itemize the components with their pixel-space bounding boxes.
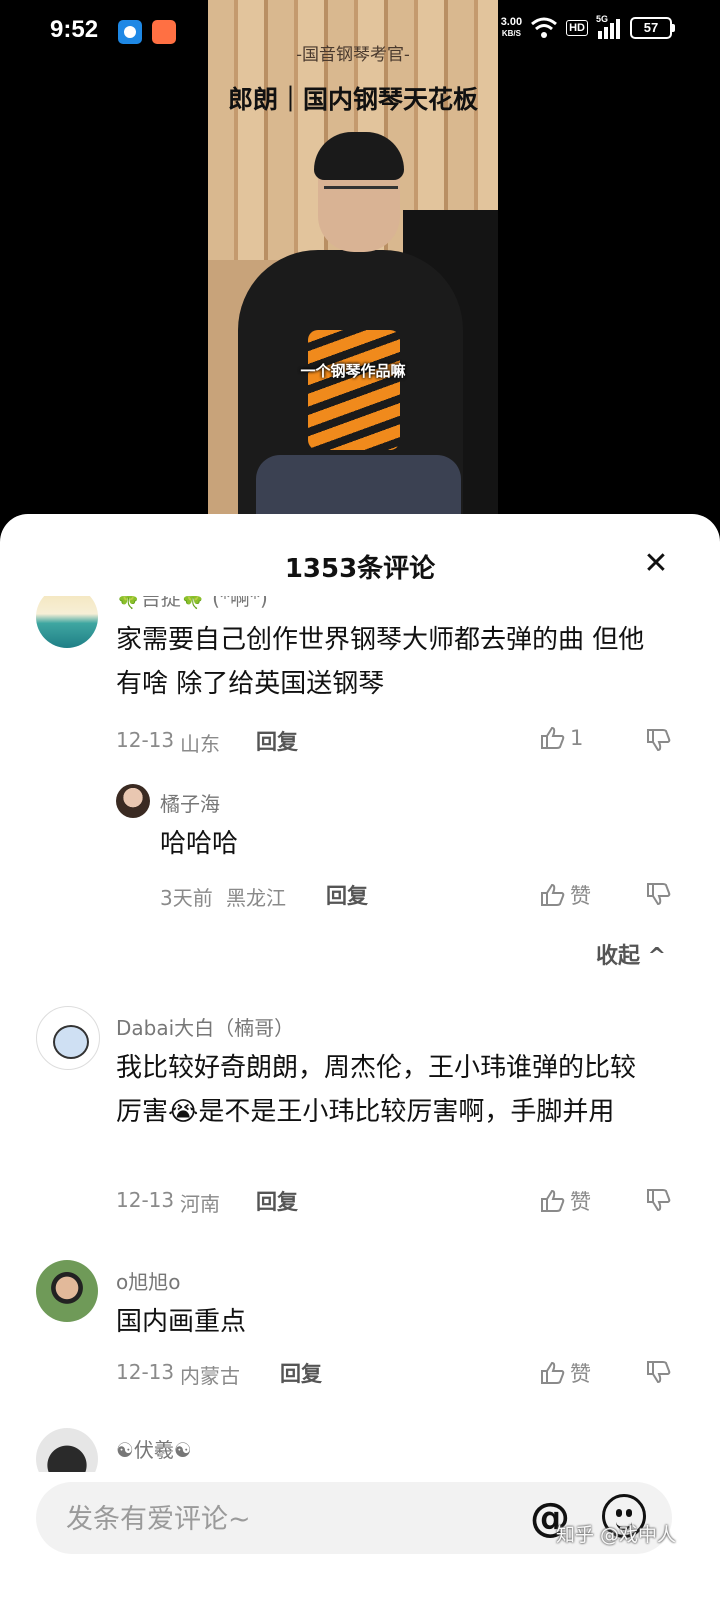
reply-button[interactable]: 回复	[256, 726, 298, 756]
comment-input-bar: @ 知乎 @戏中人	[0, 1472, 720, 1600]
reply-button[interactable]: 回复	[326, 880, 368, 910]
comment-region: 山东	[180, 732, 220, 756]
battery-icon: 57	[630, 17, 675, 39]
comment-text: 国内画重点	[116, 1307, 247, 1337]
comment-date: 12-13	[116, 728, 175, 752]
comment-input[interactable]	[64, 1496, 498, 1542]
comment-region: 内蒙古	[180, 1364, 240, 1388]
comment-list[interactable]: 🍀吉捉🍀 (*啊*) 家需要自己创作世界钢琴大师都去弹的曲 但他有啥 除了给英国…	[0, 596, 720, 1474]
network-speed: 3.00 KB/S	[501, 17, 522, 39]
thumbs-up-icon	[541, 883, 565, 906]
network-speed-value: 3.00	[500, 16, 523, 28]
avatar[interactable]	[36, 596, 98, 648]
comment-date: 12-13	[116, 1188, 175, 1212]
comment-text: 哈哈哈	[160, 829, 239, 859]
app-notification-icon	[118, 20, 142, 44]
signal-icon: 5G	[596, 14, 622, 39]
hd-icon: HD	[566, 20, 588, 36]
like-button[interactable]: 1	[540, 726, 583, 750]
signal-label: 5G	[596, 14, 609, 24]
network-speed-unit: KB/S	[501, 29, 521, 38]
like-count: 1	[570, 726, 584, 750]
avatar[interactable]	[36, 1006, 100, 1070]
glasses	[324, 186, 398, 209]
thumbs-down-icon[interactable]	[646, 728, 672, 752]
like-button[interactable]: 赞	[540, 880, 591, 910]
like-label: 赞	[570, 884, 591, 908]
like-label: 赞	[570, 1362, 591, 1386]
like-button[interactable]: 赞	[540, 1186, 591, 1216]
avatar[interactable]	[36, 1260, 98, 1322]
shirt-print	[308, 330, 400, 450]
thumbs-up-icon	[541, 1189, 565, 1212]
video-player[interactable]: -国音钢琴考官- 郎朗｜国内钢琴天花板 一个钢琴作品嘛	[208, 0, 498, 520]
comment-author[interactable]: 橘子海	[160, 788, 220, 817]
like-button[interactable]: 赞	[540, 1358, 591, 1388]
comment-author[interactable]: 🍀吉捉🍀 (*啊*)	[116, 596, 268, 611]
reply-button[interactable]: 回复	[256, 1186, 298, 1216]
thumbs-down-icon[interactable]	[646, 882, 672, 906]
comment-region: 河南	[180, 1192, 220, 1216]
comment-text: 家需要自己创作世界钢琴大师都去弹的曲 但他有啥 除了给英国送钢琴	[116, 625, 645, 699]
thumbs-down-icon[interactable]	[646, 1360, 672, 1384]
comment-author[interactable]: Dabai大白（楠哥）	[116, 1012, 294, 1041]
comment-text: 我比较好奇朗朗，周杰伦，王小玮谁弹的比较厉害😭是不是王小玮比较厉害啊，手脚并用	[116, 1053, 637, 1127]
thumbs-up-icon	[541, 726, 565, 749]
video-title: 郎朗｜国内钢琴天花板	[227, 85, 478, 114]
reply-button[interactable]: 回复	[280, 1358, 322, 1388]
thumbs-up-icon	[541, 1361, 565, 1384]
comments-sheet: 1353条评论 ✕ 🍀吉捉🍀 (*啊*) 家需要自己创作世界钢琴大师都去弹的曲 …	[0, 514, 720, 1600]
collapse-replies-button[interactable]: 收起 ^	[596, 938, 666, 970]
status-bar: 9:52 3.00 KB/S HD 5G 57	[0, 0, 720, 60]
comment-author[interactable]: ☯伏羲☯	[116, 1434, 192, 1463]
status-time: 9:52	[50, 16, 99, 43]
person-legs	[256, 455, 461, 520]
comment-date: 12-13	[116, 1360, 175, 1384]
book-app-icon	[152, 20, 176, 44]
comment-region: 黑龙江	[226, 886, 286, 910]
close-icon[interactable]: ✕	[640, 548, 672, 580]
comment-author[interactable]: o旭旭o	[116, 1266, 180, 1295]
wifi-icon	[531, 17, 558, 38]
video-caption: 一个钢琴作品嘛	[300, 362, 406, 380]
comment-date: 3天前	[160, 886, 213, 910]
avatar[interactable]	[36, 1428, 98, 1474]
comments-title: 1353条评论	[284, 554, 436, 584]
watermark: 知乎 @戏中人	[556, 1524, 677, 1546]
avatar[interactable]	[116, 784, 150, 818]
thumbs-down-icon[interactable]	[646, 1188, 672, 1212]
like-label: 赞	[570, 1190, 591, 1214]
